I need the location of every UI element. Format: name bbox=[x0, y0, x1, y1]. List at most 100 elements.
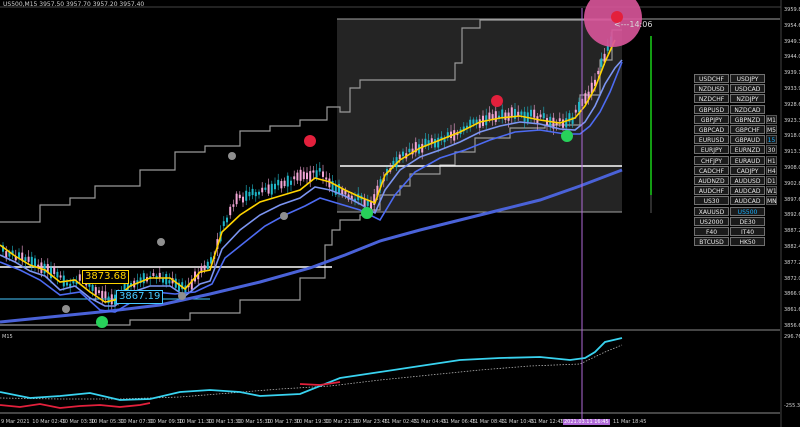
price-axis-label: 3908.00 bbox=[784, 165, 800, 171]
timeframe-button-h1[interactable]: H1 bbox=[766, 155, 777, 165]
price-axis-label: 3887.20 bbox=[784, 228, 800, 235]
candle-body bbox=[274, 183, 276, 190]
price-axis-label: 3933.90 bbox=[784, 86, 800, 92]
candle-body bbox=[251, 188, 254, 196]
symbol-button-eurusd[interactable]: EURUSD bbox=[694, 135, 729, 145]
indicator-red-line bbox=[299, 381, 341, 386]
symbol-button-usdjpy[interactable]: USDJPY bbox=[730, 74, 765, 83]
symbol-button-nzdusd[interactable]: NZDUSD bbox=[694, 84, 729, 94]
symbol-button-nzdjpy[interactable]: NZDJPY bbox=[730, 94, 765, 104]
candle-body bbox=[539, 114, 542, 118]
symbol-button-hk50[interactable]: HK50 bbox=[730, 237, 765, 247]
candle-body bbox=[27, 256, 30, 262]
symbol-button-usdcad[interactable]: USDCAD bbox=[730, 84, 765, 94]
candle-body bbox=[366, 200, 369, 206]
symbol-button-gbpnzd[interactable]: GBPNZD bbox=[730, 114, 765, 124]
timeframe-button-30[interactable]: 30 bbox=[766, 145, 777, 155]
timeframe-button-w1[interactable]: W1 bbox=[766, 186, 777, 196]
symbol-button-chfjpy[interactable]: CHFJPY bbox=[694, 155, 729, 165]
symbol-button-xauusd[interactable]: XAUUSD bbox=[694, 206, 729, 216]
candle-body bbox=[232, 204, 235, 207]
candle-body bbox=[434, 139, 436, 148]
symbol-button-us30[interactable]: US30 bbox=[694, 196, 729, 206]
symbol-button-gbpaud[interactable]: GBPAUD bbox=[730, 135, 765, 145]
candle-body bbox=[229, 206, 232, 216]
timeframe-button-mn[interactable]: MN bbox=[766, 196, 777, 206]
timeframe-button-m1[interactable]: M1 bbox=[766, 114, 777, 124]
symbol-button-eurnzd[interactable]: EURNZD bbox=[730, 145, 765, 155]
symbol-button-gbpchf[interactable]: GBPCHF bbox=[730, 125, 765, 134]
candle-body bbox=[110, 294, 113, 305]
candle-body bbox=[142, 273, 145, 284]
symbol-button-nzdcad[interactable]: NZDCAD bbox=[730, 104, 765, 114]
signal-red-dot bbox=[491, 95, 503, 107]
symbol-button-gbpjpy[interactable]: GBPJPY bbox=[694, 114, 729, 124]
signal-green-dot bbox=[361, 207, 373, 219]
sub-window-label: M15 bbox=[2, 334, 13, 340]
candle-body bbox=[306, 172, 308, 180]
symbol-button-audchf[interactable]: AUDCHF bbox=[694, 186, 729, 196]
indicator-red-line bbox=[0, 402, 151, 409]
candle-body bbox=[597, 70, 600, 75]
candle-body bbox=[584, 93, 587, 104]
symbol-button-usdchf[interactable]: USDCHF bbox=[694, 74, 729, 83]
candle-body bbox=[325, 177, 328, 180]
candle-body bbox=[312, 170, 315, 173]
indicator-axis-label: 296.7681 bbox=[784, 334, 800, 340]
candle-body bbox=[78, 274, 81, 281]
price-axis-label: 3861.65 bbox=[784, 307, 800, 314]
timeframe-button-m5[interactable]: M5 bbox=[766, 125, 777, 134]
symbol-button-cadjpy[interactable]: CADJPY bbox=[730, 165, 765, 175]
symbol-button-gbpusd[interactable]: GBPUSD bbox=[694, 104, 729, 114]
candle-body bbox=[53, 266, 56, 274]
timeframe-button-d1[interactable]: D1 bbox=[766, 176, 777, 185]
candle-body bbox=[270, 183, 273, 195]
symbol-button-de30[interactable]: DE30 bbox=[730, 216, 765, 226]
symbol-button-cadchf[interactable]: CADCHF bbox=[694, 165, 729, 175]
symbol-button-gbpcad[interactable]: GBPCAD bbox=[694, 125, 729, 134]
signal-green-dot bbox=[96, 316, 108, 328]
price-axis-label: 3892.65 bbox=[784, 212, 800, 219]
symbol-button-audcad[interactable]: AUDCAD bbox=[730, 196, 765, 206]
candle-body bbox=[283, 180, 286, 187]
symbol-button-euraud[interactable]: EURAUD bbox=[730, 155, 765, 165]
symbol-button-audusd[interactable]: AUDUSD bbox=[730, 176, 765, 185]
signal-gray-dot bbox=[157, 238, 165, 246]
price-axis-label: 3949.35 bbox=[784, 38, 800, 45]
candle-body bbox=[152, 273, 155, 277]
candle-body bbox=[56, 271, 59, 278]
candle-body bbox=[277, 179, 280, 186]
timeframe-button-h4[interactable]: H4 bbox=[766, 165, 777, 175]
price-axis-label: 3882.40 bbox=[784, 244, 800, 250]
candle-body bbox=[562, 119, 564, 128]
price-axis-label: 3928.60 bbox=[784, 101, 800, 108]
timeframe-button-15[interactable]: 15 bbox=[766, 135, 777, 145]
candle-body bbox=[43, 263, 46, 274]
candle-body bbox=[98, 290, 100, 294]
symbol-button-it40[interactable]: IT40 bbox=[730, 227, 765, 236]
time-axis-label: 9 Mar 2021 bbox=[1, 419, 30, 425]
candle-body bbox=[299, 169, 302, 181]
candle-body bbox=[574, 109, 577, 113]
price-chart[interactable] bbox=[0, 0, 800, 427]
candle-body bbox=[309, 171, 312, 182]
candle-body bbox=[267, 184, 270, 194]
candle-body bbox=[162, 278, 164, 283]
symbol-button-eurjpy[interactable]: EURJPY bbox=[694, 145, 729, 155]
indicator-dotted-line bbox=[0, 344, 623, 400]
symbol-button-btcusd[interactable]: BTCUSD bbox=[694, 237, 729, 247]
candle-body bbox=[472, 119, 475, 124]
symbol-button-f40[interactable]: F40 bbox=[694, 227, 729, 236]
candle-body bbox=[203, 265, 206, 271]
candle-body bbox=[254, 192, 257, 197]
symbol-button-us500[interactable]: US500 bbox=[730, 206, 765, 216]
symbol-button-audcad[interactable]: AUDCAD bbox=[730, 186, 765, 196]
symbol-button-us2000[interactable]: US2000 bbox=[694, 216, 729, 226]
chart-symbol-header: US500,M15 3957.50 3957.70 3957.20 3957.4… bbox=[3, 1, 145, 8]
price-axis-label: 3959.85 bbox=[784, 7, 800, 13]
indicator-cyan-line bbox=[0, 337, 623, 401]
candle-body bbox=[286, 175, 289, 187]
symbol-button-nzdchf[interactable]: NZDCHF bbox=[694, 94, 729, 104]
price-axis-label: 3866.90 bbox=[784, 291, 800, 298]
symbol-button-audnzd[interactable]: AUDNZD bbox=[694, 176, 729, 185]
